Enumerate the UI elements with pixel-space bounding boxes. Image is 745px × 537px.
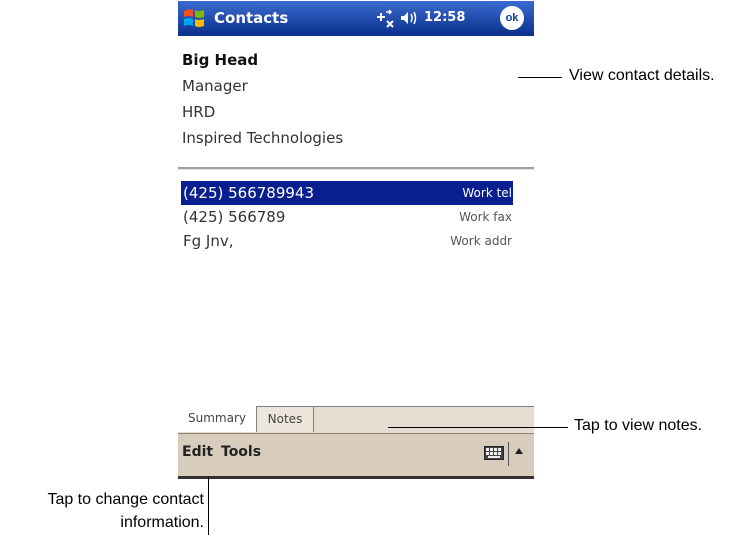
menu-separator (508, 442, 509, 466)
entry-work-tel[interactable]: (425) 566789943 Work tel (181, 181, 513, 205)
entry-type: Work tel (462, 186, 512, 200)
contact-entries-list: (425) 566789943 Work tel (425) 566789 Wo… (181, 181, 513, 253)
entry-work-fax[interactable]: (425) 566789 Work fax (181, 205, 513, 229)
connectivity-icon[interactable] (374, 8, 396, 28)
contact-details: Big Head Manager HRD Inspired Technologi… (182, 47, 522, 151)
contact-job-title: Manager (182, 77, 248, 95)
contact-company: Inspired Technologies (182, 129, 344, 147)
tab-notes[interactable]: Notes (257, 407, 314, 432)
keyboard-icon[interactable] (484, 446, 504, 460)
contact-department: HRD (182, 103, 216, 121)
app-title: Contacts (214, 9, 289, 27)
screen-bottom-edge (178, 476, 534, 479)
speaker-icon[interactable] (400, 9, 418, 27)
callout-details: View contact details. (569, 67, 715, 84)
entry-value: Fg Jnv, (183, 232, 234, 250)
pocket-pc-screen: Contacts 12:58 ok Big Head Manager HRD I… (178, 1, 534, 479)
section-divider (178, 167, 534, 170)
callout-notes-leader (388, 427, 568, 428)
title-bar: Contacts 12:58 ok (178, 1, 534, 36)
edit-menu[interactable]: Edit (182, 444, 213, 460)
contact-name: Big Head (182, 51, 259, 69)
callout-edit-leader (208, 477, 209, 535)
entry-type: Work fax (459, 210, 512, 224)
entry-type: Work addr (450, 234, 512, 248)
tools-menu[interactable]: Tools (221, 444, 261, 460)
clock[interactable]: 12:58 (424, 10, 465, 25)
entry-value: (425) 566789 (183, 208, 286, 226)
entry-work-addr[interactable]: Fg Jnv, Work addr (181, 229, 513, 253)
callout-edit-line-2: information. (120, 514, 204, 531)
tab-bar: Summary Notes (178, 406, 534, 433)
callout-edit: Tap to change contact information. (0, 488, 204, 534)
entry-value: (425) 566789943 (183, 184, 314, 202)
ok-button[interactable]: ok (500, 6, 524, 30)
windows-flag-icon[interactable] (182, 6, 206, 30)
tab-summary[interactable]: Summary (178, 406, 257, 432)
callout-notes: Tap to view notes. (574, 417, 703, 434)
menu-bar: Edit Tools (178, 433, 534, 476)
callout-edit-line-1: Tap to change contact (47, 491, 204, 508)
callout-details-leader (518, 77, 562, 78)
sip-arrow-up-icon[interactable] (515, 448, 523, 454)
